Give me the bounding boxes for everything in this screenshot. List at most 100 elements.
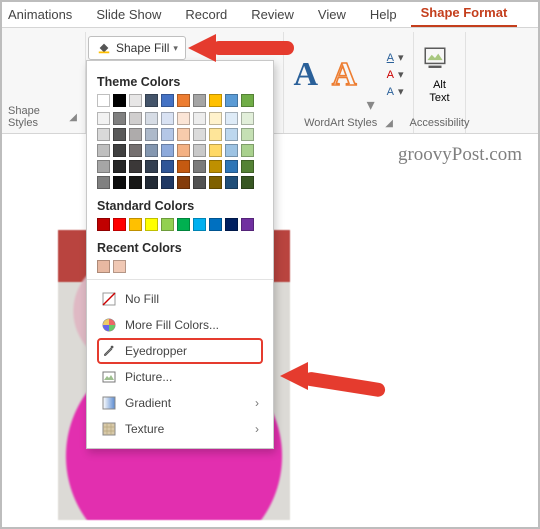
color-swatch[interactable] <box>177 112 190 125</box>
color-swatch[interactable] <box>241 218 254 231</box>
color-swatch[interactable] <box>161 112 174 125</box>
color-swatch[interactable] <box>145 176 158 189</box>
color-swatch[interactable] <box>177 160 190 173</box>
color-swatch[interactable] <box>145 128 158 141</box>
color-swatch[interactable] <box>97 218 110 231</box>
color-swatch[interactable] <box>177 176 190 189</box>
color-swatch[interactable] <box>209 160 222 173</box>
more-fill-colors-item[interactable]: More Fill Colors... <box>97 312 263 338</box>
color-swatch[interactable] <box>209 218 222 231</box>
color-swatch[interactable] <box>97 260 110 273</box>
color-swatch[interactable] <box>97 144 110 157</box>
color-swatch[interactable] <box>241 144 254 157</box>
color-swatch[interactable] <box>177 144 190 157</box>
color-swatch[interactable] <box>97 160 110 173</box>
tab-shape-format[interactable]: Shape Format <box>411 1 518 27</box>
tab-view[interactable]: View <box>308 3 356 27</box>
color-swatch[interactable] <box>193 218 206 231</box>
chevron-down-icon: ▾ <box>173 43 178 54</box>
color-swatch[interactable] <box>193 176 206 189</box>
tab-slideshow[interactable]: Slide Show <box>86 3 171 27</box>
color-swatch[interactable] <box>129 112 142 125</box>
color-swatch[interactable] <box>129 128 142 141</box>
color-swatch[interactable] <box>193 160 206 173</box>
color-swatch[interactable] <box>97 94 110 107</box>
color-swatch[interactable] <box>113 260 126 273</box>
color-swatch[interactable] <box>113 128 126 141</box>
color-swatch[interactable] <box>113 176 126 189</box>
color-swatch[interactable] <box>193 94 206 107</box>
color-swatch[interactable] <box>161 160 174 173</box>
color-swatch[interactable] <box>113 218 126 231</box>
color-swatch[interactable] <box>113 112 126 125</box>
color-swatch[interactable] <box>193 128 206 141</box>
shape-fill-button[interactable]: Shape Fill ▾ <box>88 36 186 60</box>
theme-colors-shades <box>97 112 263 189</box>
color-swatch[interactable] <box>225 112 238 125</box>
color-swatch[interactable] <box>113 144 126 157</box>
gradient-fill-item[interactable]: Gradient › <box>97 390 263 416</box>
color-swatch[interactable] <box>161 144 174 157</box>
wordart-style-sample-2[interactable]: A <box>328 58 361 92</box>
no-fill-icon <box>101 291 117 307</box>
color-swatch[interactable] <box>209 176 222 189</box>
color-swatch[interactable] <box>177 128 190 141</box>
color-swatch[interactable] <box>129 144 142 157</box>
no-fill-item[interactable]: No Fill <box>97 286 263 312</box>
color-swatch[interactable] <box>241 160 254 173</box>
color-swatch[interactable] <box>161 176 174 189</box>
color-swatch[interactable] <box>145 94 158 107</box>
color-swatch[interactable] <box>113 94 126 107</box>
color-swatch[interactable] <box>145 160 158 173</box>
tab-animations[interactable]: Animations <box>8 3 82 27</box>
color-swatch[interactable] <box>177 218 190 231</box>
tab-record[interactable]: Record <box>175 3 237 27</box>
picture-fill-item[interactable]: Picture... <box>97 364 263 390</box>
color-swatch[interactable] <box>129 218 142 231</box>
color-swatch[interactable] <box>193 112 206 125</box>
color-swatch[interactable] <box>209 144 222 157</box>
color-swatch[interactable] <box>145 218 158 231</box>
color-swatch[interactable] <box>177 94 190 107</box>
color-swatch[interactable] <box>161 218 174 231</box>
color-swatch[interactable] <box>97 128 110 141</box>
tab-help[interactable]: Help <box>360 3 407 27</box>
eyedropper-item[interactable]: Eyedropper <box>97 338 263 364</box>
color-swatch[interactable] <box>129 94 142 107</box>
color-swatch[interactable] <box>241 128 254 141</box>
wordart-gallery-more-icon[interactable]: ▾ <box>367 95 375 115</box>
color-swatch[interactable] <box>225 218 238 231</box>
color-swatch[interactable] <box>97 176 110 189</box>
color-swatch[interactable] <box>145 112 158 125</box>
color-swatch[interactable] <box>225 176 238 189</box>
color-swatch[interactable] <box>113 160 126 173</box>
color-swatch[interactable] <box>241 94 254 107</box>
shape-fill-dropdown: Theme Colors Standard Colors Recent Colo… <box>86 60 274 449</box>
color-swatch[interactable] <box>209 94 222 107</box>
color-swatch[interactable] <box>161 94 174 107</box>
wordart-style-sample-1[interactable]: A <box>289 58 322 92</box>
color-swatch[interactable] <box>209 112 222 125</box>
color-swatch[interactable] <box>129 176 142 189</box>
dialog-launcher-icon[interactable]: ◢ <box>385 118 393 129</box>
color-swatch[interactable] <box>129 160 142 173</box>
alt-text-button[interactable]: Alt Text <box>422 34 457 115</box>
text-fill-button[interactable]: A▾ <box>383 50 408 65</box>
color-swatch[interactable] <box>225 160 238 173</box>
color-swatch[interactable] <box>241 112 254 125</box>
color-swatch[interactable] <box>145 144 158 157</box>
recent-colors-heading: Recent Colors <box>97 241 263 255</box>
color-swatch[interactable] <box>225 144 238 157</box>
text-effects-button[interactable]: A▾ <box>383 84 408 99</box>
color-swatch[interactable] <box>193 144 206 157</box>
tab-review[interactable]: Review <box>241 3 304 27</box>
color-swatch[interactable] <box>97 112 110 125</box>
color-swatch[interactable] <box>225 94 238 107</box>
text-outline-button[interactable]: A▾ <box>383 67 408 82</box>
dialog-launcher-icon[interactable]: ◢ <box>69 112 77 123</box>
texture-fill-item[interactable]: Texture › <box>97 416 263 442</box>
color-swatch[interactable] <box>161 128 174 141</box>
color-swatch[interactable] <box>209 128 222 141</box>
color-swatch[interactable] <box>241 176 254 189</box>
color-swatch[interactable] <box>225 128 238 141</box>
